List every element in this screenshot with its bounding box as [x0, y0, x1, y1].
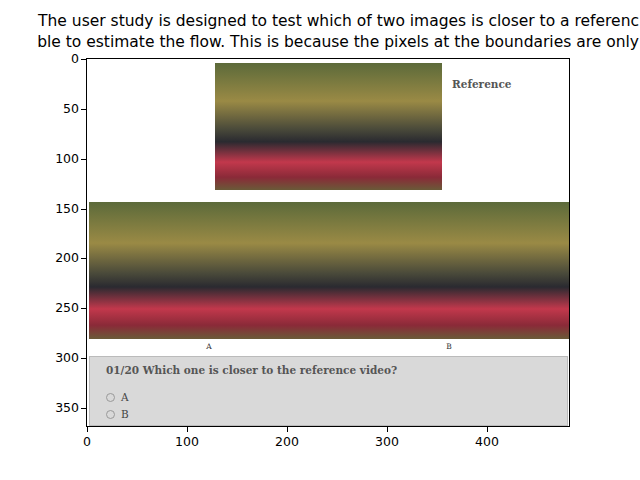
- radio-button[interactable]: [106, 393, 115, 402]
- y-tick-label: 0: [71, 53, 79, 66]
- y-tick-mark: [81, 209, 86, 210]
- x-tick-mark: [487, 427, 488, 432]
- y-tick-label: 50: [63, 103, 79, 116]
- radio-button[interactable]: [106, 410, 115, 419]
- y-tick-mark: [81, 358, 86, 359]
- x-tick-mark: [287, 427, 288, 432]
- y-tick-mark: [81, 59, 86, 60]
- y-tick-label: 100: [55, 152, 79, 165]
- figure: The user study is designed to test which…: [0, 0, 640, 480]
- question-panel: 01/20 Which one is closer to the referen…: [89, 356, 568, 426]
- reference-photo: [215, 63, 442, 190]
- x-tick-label: 400: [475, 436, 499, 449]
- option-row[interactable]: A: [106, 390, 551, 404]
- option-label: A: [121, 390, 129, 404]
- plot-axes: 0100200300400050100150200250300350Refere…: [86, 58, 570, 427]
- title-line: ble to estimate the flow. This is becaus…: [0, 32, 639, 53]
- question-text: 01/20 Which one is closer to the referen…: [106, 363, 551, 377]
- y-tick-label: 250: [55, 302, 79, 315]
- x-tick-label: 300: [375, 436, 399, 449]
- y-tick-mark: [81, 258, 86, 259]
- y-tick-label: 350: [55, 402, 79, 415]
- y-tick-mark: [81, 308, 86, 309]
- x-tick-label: 100: [175, 436, 199, 449]
- x-tick-mark: [387, 427, 388, 432]
- option-row[interactable]: B: [106, 407, 551, 421]
- y-tick-mark: [81, 159, 86, 160]
- candidate-label: B: [446, 341, 452, 352]
- y-tick-label: 300: [55, 352, 79, 365]
- x-tick-mark: [187, 427, 188, 432]
- option-list: AB: [106, 390, 551, 421]
- x-tick-label: 0: [83, 436, 91, 449]
- y-tick-mark: [81, 408, 86, 409]
- figure-title: The user study is designed to test which…: [0, 11, 640, 53]
- title-line: The user study is designed to test which…: [0, 11, 639, 32]
- candidate-photo: [89, 202, 329, 339]
- y-tick-label: 150: [55, 202, 79, 215]
- candidate-label: A: [206, 341, 211, 352]
- reference-label: Reference: [452, 77, 512, 93]
- option-label: B: [121, 407, 129, 421]
- y-tick-label: 200: [55, 252, 79, 265]
- candidate-photo: [329, 202, 569, 339]
- x-tick-mark: [87, 427, 88, 432]
- y-tick-mark: [81, 109, 86, 110]
- x-tick-label: 200: [275, 436, 299, 449]
